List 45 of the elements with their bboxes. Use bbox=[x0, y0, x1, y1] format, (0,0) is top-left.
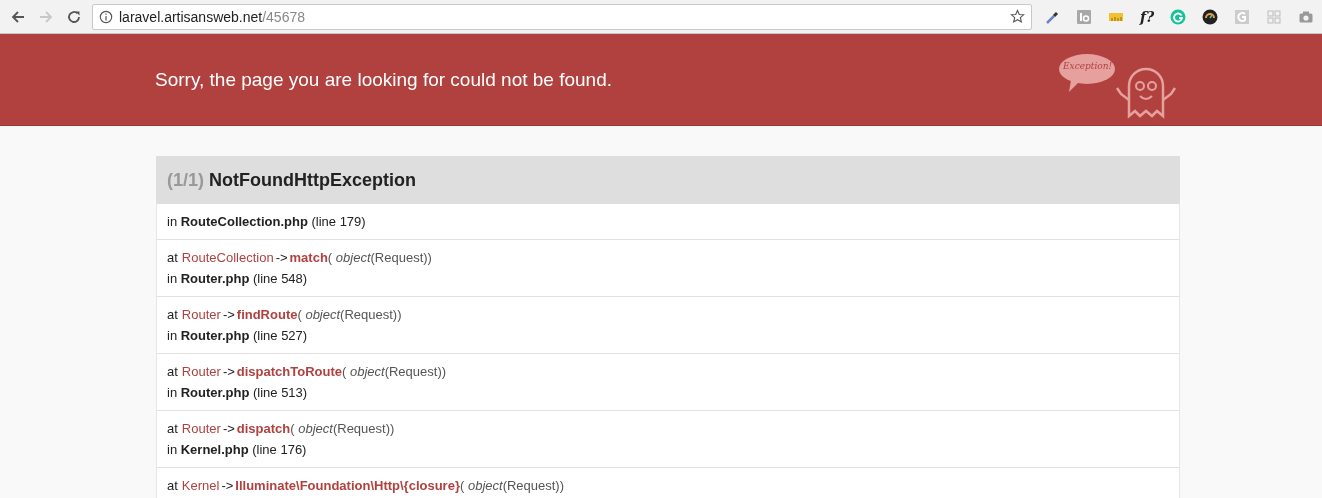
exception-count: (1/1) bbox=[167, 169, 204, 191]
at-keyword: at bbox=[167, 420, 178, 438]
file-location: in Router.php (line 548) bbox=[167, 270, 308, 288]
arrow-operator: -> bbox=[275, 249, 288, 267]
extension-icon[interactable] bbox=[1076, 8, 1092, 25]
url-text: laravel.artisansweb.net/45678 bbox=[119, 8, 305, 25]
function-name: dispatchToRoute bbox=[236, 363, 342, 381]
info-icon[interactable] bbox=[99, 9, 113, 24]
exception-name: NotFoundHttpException bbox=[209, 169, 416, 191]
function-arguments: ( object(Request)) bbox=[459, 477, 565, 495]
at-keyword: at bbox=[167, 306, 178, 324]
arrow-operator: -> bbox=[222, 420, 235, 438]
function-arguments: ( object(Request)) bbox=[342, 363, 447, 381]
arrow-operator: -> bbox=[222, 306, 235, 324]
arrow-operator: -> bbox=[222, 363, 235, 381]
class-name: RouteCollection bbox=[181, 249, 274, 267]
star-icon[interactable] bbox=[1010, 9, 1025, 24]
file-location: in RouteCollection.php (line 179) bbox=[167, 213, 366, 231]
file-location: in Kernel.php (line 176) bbox=[167, 441, 307, 459]
function-name: dispatch bbox=[236, 420, 291, 438]
reload-icon[interactable] bbox=[66, 8, 82, 25]
function-name: findRoute bbox=[236, 306, 298, 324]
at-keyword: at bbox=[167, 477, 178, 495]
at-keyword: at bbox=[167, 363, 178, 381]
file-location: in Router.php (line 527) bbox=[167, 327, 308, 345]
function-name: Illuminate\Foundation\Http\{closure} bbox=[235, 477, 460, 495]
class-name: Router bbox=[181, 420, 221, 438]
bubble-text: Exception! bbox=[1063, 60, 1113, 71]
grid-icon[interactable] bbox=[1266, 8, 1283, 25]
address-field[interactable]: laravel.artisansweb.net/45678 bbox=[92, 3, 1032, 30]
function-arguments: ( object(Request)) bbox=[297, 306, 402, 324]
function-name: match bbox=[289, 249, 328, 267]
at-keyword: at bbox=[167, 249, 178, 267]
arrow-operator: -> bbox=[221, 477, 234, 495]
class-name: Router bbox=[181, 306, 221, 324]
class-name: Router bbox=[181, 363, 221, 381]
error-message: Sorry, the page you are looking for could not be found. bbox=[155, 68, 612, 91]
extension-label[interactable]: f? bbox=[1140, 8, 1155, 25]
grammar-icon[interactable] bbox=[1170, 8, 1187, 25]
function-arguments: ( object(Request)) bbox=[290, 420, 395, 438]
class-name: Kernel bbox=[181, 477, 220, 495]
extension-icon[interactable] bbox=[1234, 8, 1251, 25]
file-location: in Router.php (line 513) bbox=[167, 384, 308, 402]
function-arguments: ( object(Request)) bbox=[327, 249, 432, 267]
back-icon[interactable] bbox=[10, 8, 26, 25]
